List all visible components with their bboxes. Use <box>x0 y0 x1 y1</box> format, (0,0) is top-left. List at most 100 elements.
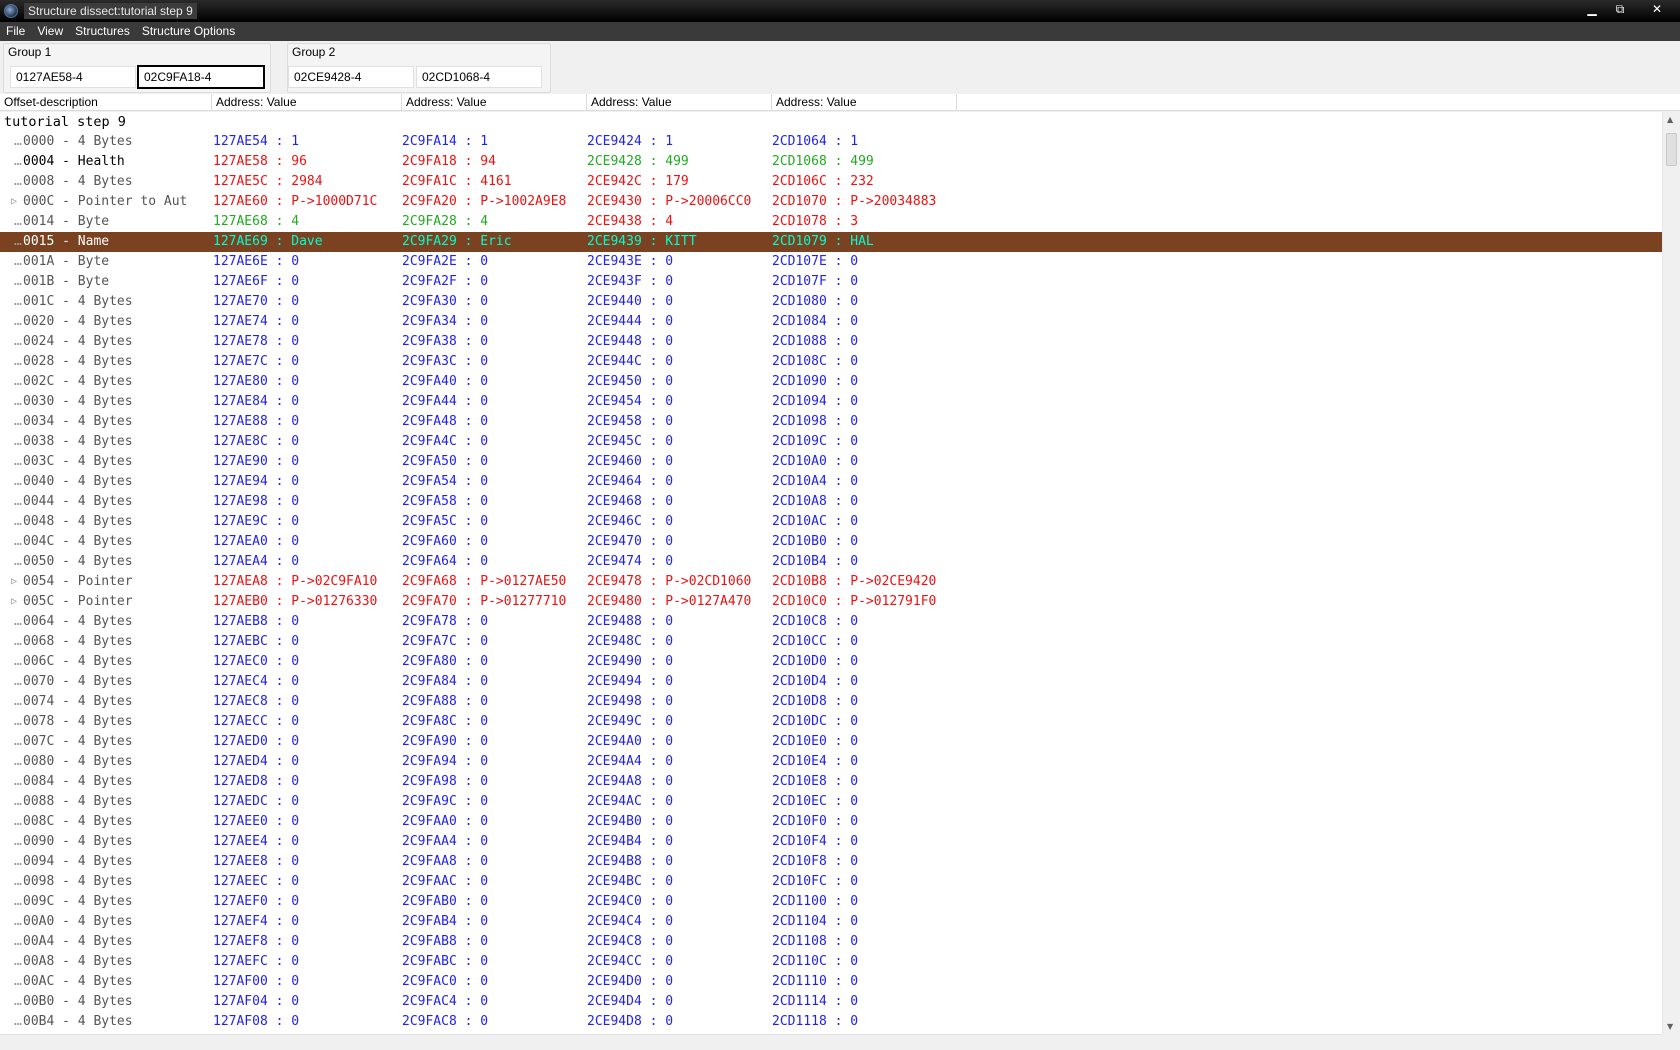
header-address-value-4[interactable]: Address: Value <box>772 94 957 111</box>
table-row[interactable]: … 0015 - Name 127AE69 : Dave 2C9FA29 : Eric… <box>0 232 1662 252</box>
table-row[interactable]: ▷ 000C - Pointer to Aut 127AE60 : P->1000D… <box>0 192 1662 212</box>
table-row[interactable]: … 007C - 4 Bytes 127AED0 : 0 2C9FA90 : 0 2CE… <box>0 732 1662 752</box>
structure-tree[interactable]: tutorial step 9 … 0000 - 4 Bytes 127AE54 :… <box>0 112 1662 1034</box>
address-value-cell: 2CD10DC : 0 <box>772 714 859 729</box>
table-row[interactable]: … 0000 - 4 Bytes 127AE54 : 1 2C9FA14 : 1 2CE… <box>0 132 1662 152</box>
menu-structure-options[interactable]: Structure Options <box>136 22 241 41</box>
address-value-cell: 2C9FA84 : 0 <box>402 674 489 689</box>
group-2-address-1[interactable] <box>288 66 414 88</box>
close-button[interactable]: ✕ <box>1635 0 1679 18</box>
table-row[interactable]: … 0024 - 4 Bytes 127AE78 : 0 2C9FA38 : 0 2CE… <box>0 332 1662 352</box>
address-value-cell: 2CE94D0 : 0 <box>587 974 674 989</box>
address-value-cell: 2CD10E0 : 0 <box>772 734 859 749</box>
offset-description: 001C - 4 Bytes <box>23 294 133 309</box>
table-row[interactable]: … 00A0 - 4 Bytes 127AEF4 : 0 2C9FAB4 : 0 2CE… <box>0 912 1662 932</box>
table-row[interactable]: … 004C - 4 Bytes 127AEA0 : 0 2C9FA60 : 0 2CE… <box>0 532 1662 552</box>
address-value-cell: 2C9FA64 : 0 <box>402 554 489 569</box>
table-row[interactable]: … 0098 - 4 Bytes 127AEEC : 0 2C9FAAC : 0 2CE… <box>0 872 1662 892</box>
table-row[interactable]: … 001B - Byte 127AE6F : 0 2C9FA2F : 0 2CE943… <box>0 272 1662 292</box>
table-row[interactable]: … 0038 - 4 Bytes 127AE8C : 0 2C9FA4C : 0 2CE… <box>0 432 1662 452</box>
table-row[interactable]: … 00A8 - 4 Bytes 127AEFC : 0 2C9FABC : 0 2CE… <box>0 952 1662 972</box>
address-value-cell: 2CD10E4 : 0 <box>772 754 859 769</box>
table-row[interactable]: … 0088 - 4 Bytes 127AEDC : 0 2C9FA9C : 0 2CE… <box>0 792 1662 812</box>
table-row[interactable]: … 0028 - 4 Bytes 127AE7C : 0 2C9FA3C : 0 2CE… <box>0 352 1662 372</box>
table-row[interactable]: … 002C - 4 Bytes 127AE80 : 0 2C9FA40 : 0 2CE… <box>0 372 1662 392</box>
address-value-cell: 2C9FA34 : 0 <box>402 314 489 329</box>
table-row[interactable]: … 0070 - 4 Bytes 127AEC4 : 0 2C9FA84 : 0 2CE… <box>0 672 1662 692</box>
table-row[interactable]: … 0080 - 4 Bytes 127AED4 : 0 2C9FA94 : 0 2CE… <box>0 752 1662 772</box>
address-value-cell: 2CD107F : 0 <box>772 274 859 289</box>
tree-line-icon: … <box>14 794 22 809</box>
table-row[interactable]: … 0044 - 4 Bytes 127AE98 : 0 2C9FA58 : 0 2CE… <box>0 492 1662 512</box>
table-row[interactable]: … 006C - 4 Bytes 127AEC0 : 0 2C9FA80 : 0 2CE… <box>0 652 1662 672</box>
scroll-down-icon[interactable]: ▼ <box>1667 1022 1673 1031</box>
table-row[interactable]: … 0068 - 4 Bytes 127AEBC : 0 2C9FA7C : 0 2CE… <box>0 632 1662 652</box>
minimize-button[interactable]: ▁ <box>1579 0 1605 18</box>
tree-line-icon: … <box>14 234 22 249</box>
expand-arrow-icon[interactable]: ▷ <box>11 192 22 212</box>
table-row[interactable]: … 009C - 4 Bytes 127AEF0 : 0 2C9FAB0 : 0 2CE… <box>0 892 1662 912</box>
menu-bar: File View Structures Structure Options <box>0 22 1680 41</box>
table-row[interactable]: … 0084 - 4 Bytes 127AED8 : 0 2C9FA98 : 0 2CE… <box>0 772 1662 792</box>
menu-file[interactable]: File <box>0 22 31 41</box>
address-value-cell: 127AE6E : 0 <box>213 254 300 269</box>
address-value-cell: 2CE94B8 : 0 <box>587 854 674 869</box>
group-2-address-2[interactable] <box>416 66 542 88</box>
table-row[interactable]: … 00A4 - 4 Bytes 127AEF8 : 0 2C9FAB8 : 0 2CE… <box>0 932 1662 952</box>
table-row[interactable]: … 001C - 4 Bytes 127AE70 : 0 2C9FA30 : 0 2CE… <box>0 292 1662 312</box>
expand-arrow-icon[interactable]: ▷ <box>11 592 22 612</box>
horizontal-scrollbar[interactable] <box>0 1034 1662 1050</box>
group-1-address-2[interactable] <box>137 65 265 89</box>
table-row[interactable]: … 0094 - 4 Bytes 127AEE8 : 0 2C9FAA8 : 0 2CE… <box>0 852 1662 872</box>
scroll-thumb[interactable] <box>1666 133 1677 166</box>
address-value-cell: 2CE946C : 0 <box>587 514 674 529</box>
header-address-value-3[interactable]: Address: Value <box>587 94 772 111</box>
table-row[interactable]: … 0074 - 4 Bytes 127AEC8 : 0 2C9FA88 : 0 2CE… <box>0 692 1662 712</box>
expand-arrow-icon[interactable]: ▷ <box>11 572 22 592</box>
address-value-cell: 2CD10A0 : 0 <box>772 454 859 469</box>
group-1-address-1[interactable] <box>10 66 136 88</box>
table-row[interactable]: … 0090 - 4 Bytes 127AEE4 : 0 2C9FAA4 : 0 2CE… <box>0 832 1662 852</box>
table-row[interactable]: … 008C - 4 Bytes 127AEE0 : 0 2C9FAA0 : 0 2CE… <box>0 812 1662 832</box>
table-row[interactable]: … 003C - 4 Bytes 127AE90 : 0 2C9FA50 : 0 2CE… <box>0 452 1662 472</box>
header-address-value-1[interactable]: Address: Value <box>212 94 402 111</box>
table-row[interactable]: ▷ 005C - Pointer 127AEB0 : P->01276330 2C9F… <box>0 592 1662 612</box>
table-row[interactable]: … 0004 - Health 127AE58 : 96 2C9FA18 : 94 2C… <box>0 152 1662 172</box>
scroll-up-icon[interactable]: ▲ <box>1667 115 1673 124</box>
tree-line-icon: … <box>14 134 22 149</box>
header-address-value-2[interactable]: Address: Value <box>402 94 587 111</box>
address-value-cell: 2CE945C : 0 <box>587 434 674 449</box>
tree-root[interactable]: tutorial step 9 <box>4 112 126 132</box>
offset-description: 0038 - 4 Bytes <box>23 434 133 449</box>
address-value-cell: 2CE9448 : 0 <box>587 334 674 349</box>
tree-line-icon: … <box>14 934 22 949</box>
header-offset-description[interactable]: Offset-description <box>0 94 212 111</box>
address-value-cell: 2CE94A4 : 0 <box>587 754 674 769</box>
table-row[interactable]: … 0034 - 4 Bytes 127AE88 : 0 2C9FA48 : 0 2CE… <box>0 412 1662 432</box>
app-icon <box>4 4 18 18</box>
table-row[interactable]: … 0040 - 4 Bytes 127AE94 : 0 2C9FA54 : 0 2CE… <box>0 472 1662 492</box>
menu-structures[interactable]: Structures <box>69 22 136 41</box>
address-value-cell: 2C9FAC4 : 0 <box>402 994 489 1009</box>
table-row[interactable]: … 001A - Byte 127AE6E : 0 2C9FA2E : 0 2CE943… <box>0 252 1662 272</box>
table-row[interactable]: … 0030 - 4 Bytes 127AE84 : 0 2C9FA44 : 0 2CE… <box>0 392 1662 412</box>
table-row[interactable]: … 0078 - 4 Bytes 127AECC : 0 2C9FA8C : 0 2CE… <box>0 712 1662 732</box>
table-row[interactable]: … 0014 - Byte 127AE68 : 4 2C9FA28 : 4 2CE943… <box>0 212 1662 232</box>
vertical-scrollbar[interactable]: ▲ ▼ <box>1662 112 1680 1034</box>
menu-view[interactable]: View <box>31 22 69 41</box>
table-row[interactable]: … 00AC - 4 Bytes 127AF00 : 0 2C9FAC0 : 0 2CE… <box>0 972 1662 992</box>
table-row[interactable]: ▷ 0054 - Pointer 127AEA8 : P->02C9FA10 2C9F… <box>0 572 1662 592</box>
table-row[interactable]: … 0064 - 4 Bytes 127AEB8 : 0 2C9FA78 : 0 2CE… <box>0 612 1662 632</box>
table-row[interactable]: … 0020 - 4 Bytes 127AE74 : 0 2C9FA34 : 0 2CE… <box>0 312 1662 332</box>
address-value-cell: 127AED8 : 0 <box>213 774 300 789</box>
restore-button[interactable]: ⧉ <box>1607 0 1633 18</box>
address-value-cell: 2C9FA68 : P->0127AE50 <box>402 574 567 589</box>
table-row[interactable]: … 0050 - 4 Bytes 127AEA4 : 0 2C9FA64 : 0 2CE… <box>0 552 1662 572</box>
table-row[interactable]: … 00B0 - 4 Bytes 127AF04 : 0 2C9FAC4 : 0 2CE… <box>0 992 1662 1012</box>
table-row[interactable]: … 00B4 - 4 Bytes 127AF08 : 0 2C9FAC8 : 0 2CE… <box>0 1012 1662 1032</box>
offset-description: 0048 - 4 Bytes <box>23 514 133 529</box>
address-value-cell: 127AED4 : 0 <box>213 754 300 769</box>
table-row[interactable]: … 0048 - 4 Bytes 127AE9C : 0 2C9FA5C : 0 2CE… <box>0 512 1662 532</box>
address-value-cell: 2CE94CC : 0 <box>587 954 674 969</box>
table-row[interactable]: … 0008 - 4 Bytes 127AE5C : 2984 2C9FA1C : 4… <box>0 172 1662 192</box>
